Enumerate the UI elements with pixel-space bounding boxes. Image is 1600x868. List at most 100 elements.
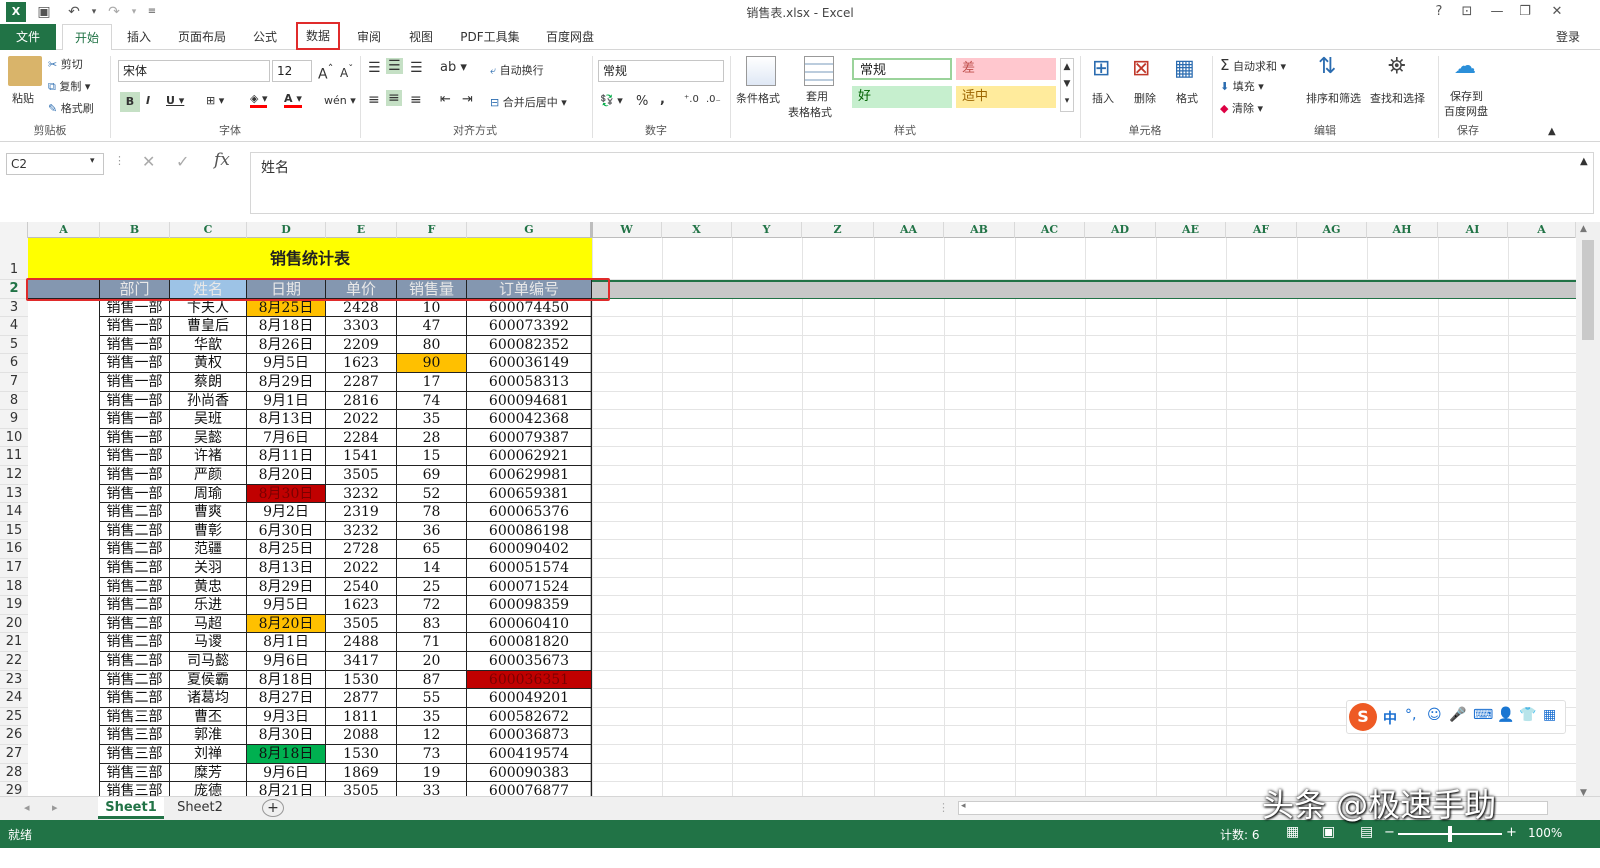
data-cell[interactable]: 销售一部 <box>100 447 170 466</box>
data-cell[interactable]: 严颜 <box>170 466 247 485</box>
delete-cells-button[interactable]: 删除 <box>1134 90 1156 106</box>
data-cell[interactable]: 黄权 <box>170 354 247 373</box>
collapse-formula-icon[interactable]: ▲ <box>1580 156 1588 167</box>
name-box-dropdown-icon[interactable]: ▾ <box>90 156 95 166</box>
data-cell[interactable]: 夏侯霸 <box>170 670 247 690</box>
style-bad[interactable]: 差 <box>956 58 1056 80</box>
data-cell[interactable]: 600036873 <box>467 726 592 745</box>
data-cell[interactable]: 销售二部 <box>100 596 170 615</box>
data-cell[interactable]: 8月25日 <box>247 298 326 318</box>
data-cell[interactable]: 87 <box>397 670 467 690</box>
insert-cells-icon[interactable]: ⊞ <box>1092 56 1110 81</box>
data-cell[interactable]: 黄忠 <box>170 577 247 597</box>
data-cell[interactable]: 吴懿 <box>170 428 247 448</box>
close-icon[interactable]: ✕ <box>1544 2 1570 22</box>
row-header-11[interactable]: 11 <box>0 447 28 466</box>
vertical-scrollbar[interactable]: ▲ ▼ <box>1576 222 1600 804</box>
data-cell[interactable]: 1811 <box>326 707 397 727</box>
keyboard-icon[interactable]: ⌨ <box>1473 707 1493 723</box>
data-cell[interactable]: 曹丕 <box>170 707 247 727</box>
data-cell-a[interactable] <box>28 652 100 671</box>
data-cell[interactable]: 9月6日 <box>247 763 326 783</box>
data-cell[interactable]: 600036149 <box>467 354 592 373</box>
bold-button[interactable]: B <box>120 92 140 112</box>
data-cell[interactable]: 2488 <box>326 633 397 652</box>
data-cell[interactable]: 马超 <box>170 614 247 634</box>
data-cell[interactable]: 销售二部 <box>100 503 170 522</box>
data-cell[interactable]: 600058313 <box>467 373 592 392</box>
data-cell[interactable]: 9月1日 <box>247 391 326 411</box>
insert-cells-button[interactable]: 插入 <box>1092 90 1114 106</box>
zoom-in-icon[interactable]: + <box>1506 825 1517 840</box>
data-cell[interactable]: 乐进 <box>170 596 247 615</box>
scroll-left-icon[interactable]: ◂ <box>961 801 966 811</box>
table-format-label-1[interactable]: 套用 <box>806 88 828 104</box>
data-cell[interactable]: 曹皇后 <box>170 317 247 336</box>
data-cell[interactable]: 2088 <box>326 726 397 745</box>
row-header-14[interactable]: 14 <box>0 503 28 522</box>
row-header-18[interactable]: 18 <box>0 577 28 597</box>
align-right-icon[interactable]: ≡ <box>410 92 422 108</box>
data-cell[interactable]: 600049201 <box>467 689 592 708</box>
data-cell-a[interactable] <box>28 633 100 652</box>
row-header-16[interactable]: 16 <box>0 540 28 559</box>
data-cell[interactable]: 8月13日 <box>247 410 326 429</box>
data-cell[interactable]: 3303 <box>326 317 397 336</box>
user-icon[interactable]: 👤 <box>1497 707 1514 723</box>
data-cell[interactable]: 20 <box>397 652 467 671</box>
table-format-icon[interactable] <box>804 56 834 86</box>
data-cell-a[interactable] <box>28 447 100 466</box>
data-cell-a[interactable] <box>28 559 100 578</box>
data-cell-a[interactable] <box>28 298 100 318</box>
data-cell[interactable]: 15 <box>397 447 467 466</box>
row-header-20[interactable]: 20 <box>0 614 28 634</box>
data-cell[interactable]: 销售三部 <box>100 726 170 745</box>
next-sheet-icon[interactable]: ▸ <box>52 801 58 814</box>
underline-button[interactable]: U ▾ <box>166 94 184 107</box>
row-header-17[interactable]: 17 <box>0 559 28 578</box>
data-cell[interactable]: 69 <box>397 466 467 485</box>
data-cell[interactable]: 28 <box>397 428 467 448</box>
format-cells-icon[interactable]: ▦ <box>1174 56 1195 81</box>
row-header-13[interactable]: 13 <box>0 484 28 504</box>
restore-icon[interactable]: ❐ <box>1512 2 1538 22</box>
data-cell[interactable]: 2540 <box>326 577 397 597</box>
sheet-title-cell[interactable]: 销售统计表 <box>28 238 592 280</box>
data-cell[interactable]: 关羽 <box>170 559 247 578</box>
increase-indent-icon[interactable]: ⇥ <box>462 92 473 107</box>
data-cell[interactable]: 销售一部 <box>100 298 170 318</box>
data-cell[interactable]: 73 <box>397 745 467 764</box>
data-cell-a[interactable] <box>28 596 100 615</box>
data-cell[interactable]: 3505 <box>326 614 397 634</box>
conditional-format-button[interactable]: 条件格式 <box>736 90 780 106</box>
font-size-select[interactable]: 12 <box>272 60 312 82</box>
page-layout-view-icon[interactable]: ▣ <box>1322 824 1335 840</box>
punctuation-icon[interactable]: °, <box>1405 707 1416 723</box>
vertical-scroll-thumb[interactable] <box>1582 240 1594 340</box>
paste-icon[interactable] <box>8 56 42 86</box>
tab-home[interactable]: 开始 <box>62 24 112 51</box>
sheet-tab-sheet1[interactable]: Sheet1 <box>98 797 164 819</box>
data-cell-a[interactable] <box>28 521 100 541</box>
data-cell[interactable]: 周瑜 <box>170 484 247 504</box>
data-cell[interactable]: 1623 <box>326 596 397 615</box>
data-cell[interactable]: 8月20日 <box>247 614 326 634</box>
data-cell[interactable]: 72 <box>397 596 467 615</box>
voice-icon[interactable]: 🎤 <box>1449 707 1466 723</box>
data-cell[interactable]: 6月30日 <box>247 521 326 541</box>
percent-button[interactable]: % <box>636 94 648 109</box>
data-cell[interactable]: 2728 <box>326 540 397 559</box>
data-cell[interactable]: 65 <box>397 540 467 559</box>
align-top-icon[interactable]: ☰ <box>368 60 381 76</box>
data-cell[interactable]: 600094681 <box>467 391 592 411</box>
decrease-indent-icon[interactable]: ⇤ <box>440 92 451 107</box>
data-cell[interactable]: 郭淮 <box>170 726 247 745</box>
font-name-select[interactable]: 宋体 <box>118 60 270 82</box>
data-cell-a[interactable] <box>28 670 100 690</box>
formula-options-icon[interactable]: ⋮ <box>114 154 125 167</box>
cancel-icon[interactable]: ✕ <box>142 152 155 171</box>
data-cell[interactable]: 8月29日 <box>247 577 326 597</box>
data-cell[interactable]: 3232 <box>326 521 397 541</box>
tab-page-layout[interactable]: 页面布局 <box>170 24 234 50</box>
data-cell[interactable]: 9月5日 <box>247 354 326 373</box>
